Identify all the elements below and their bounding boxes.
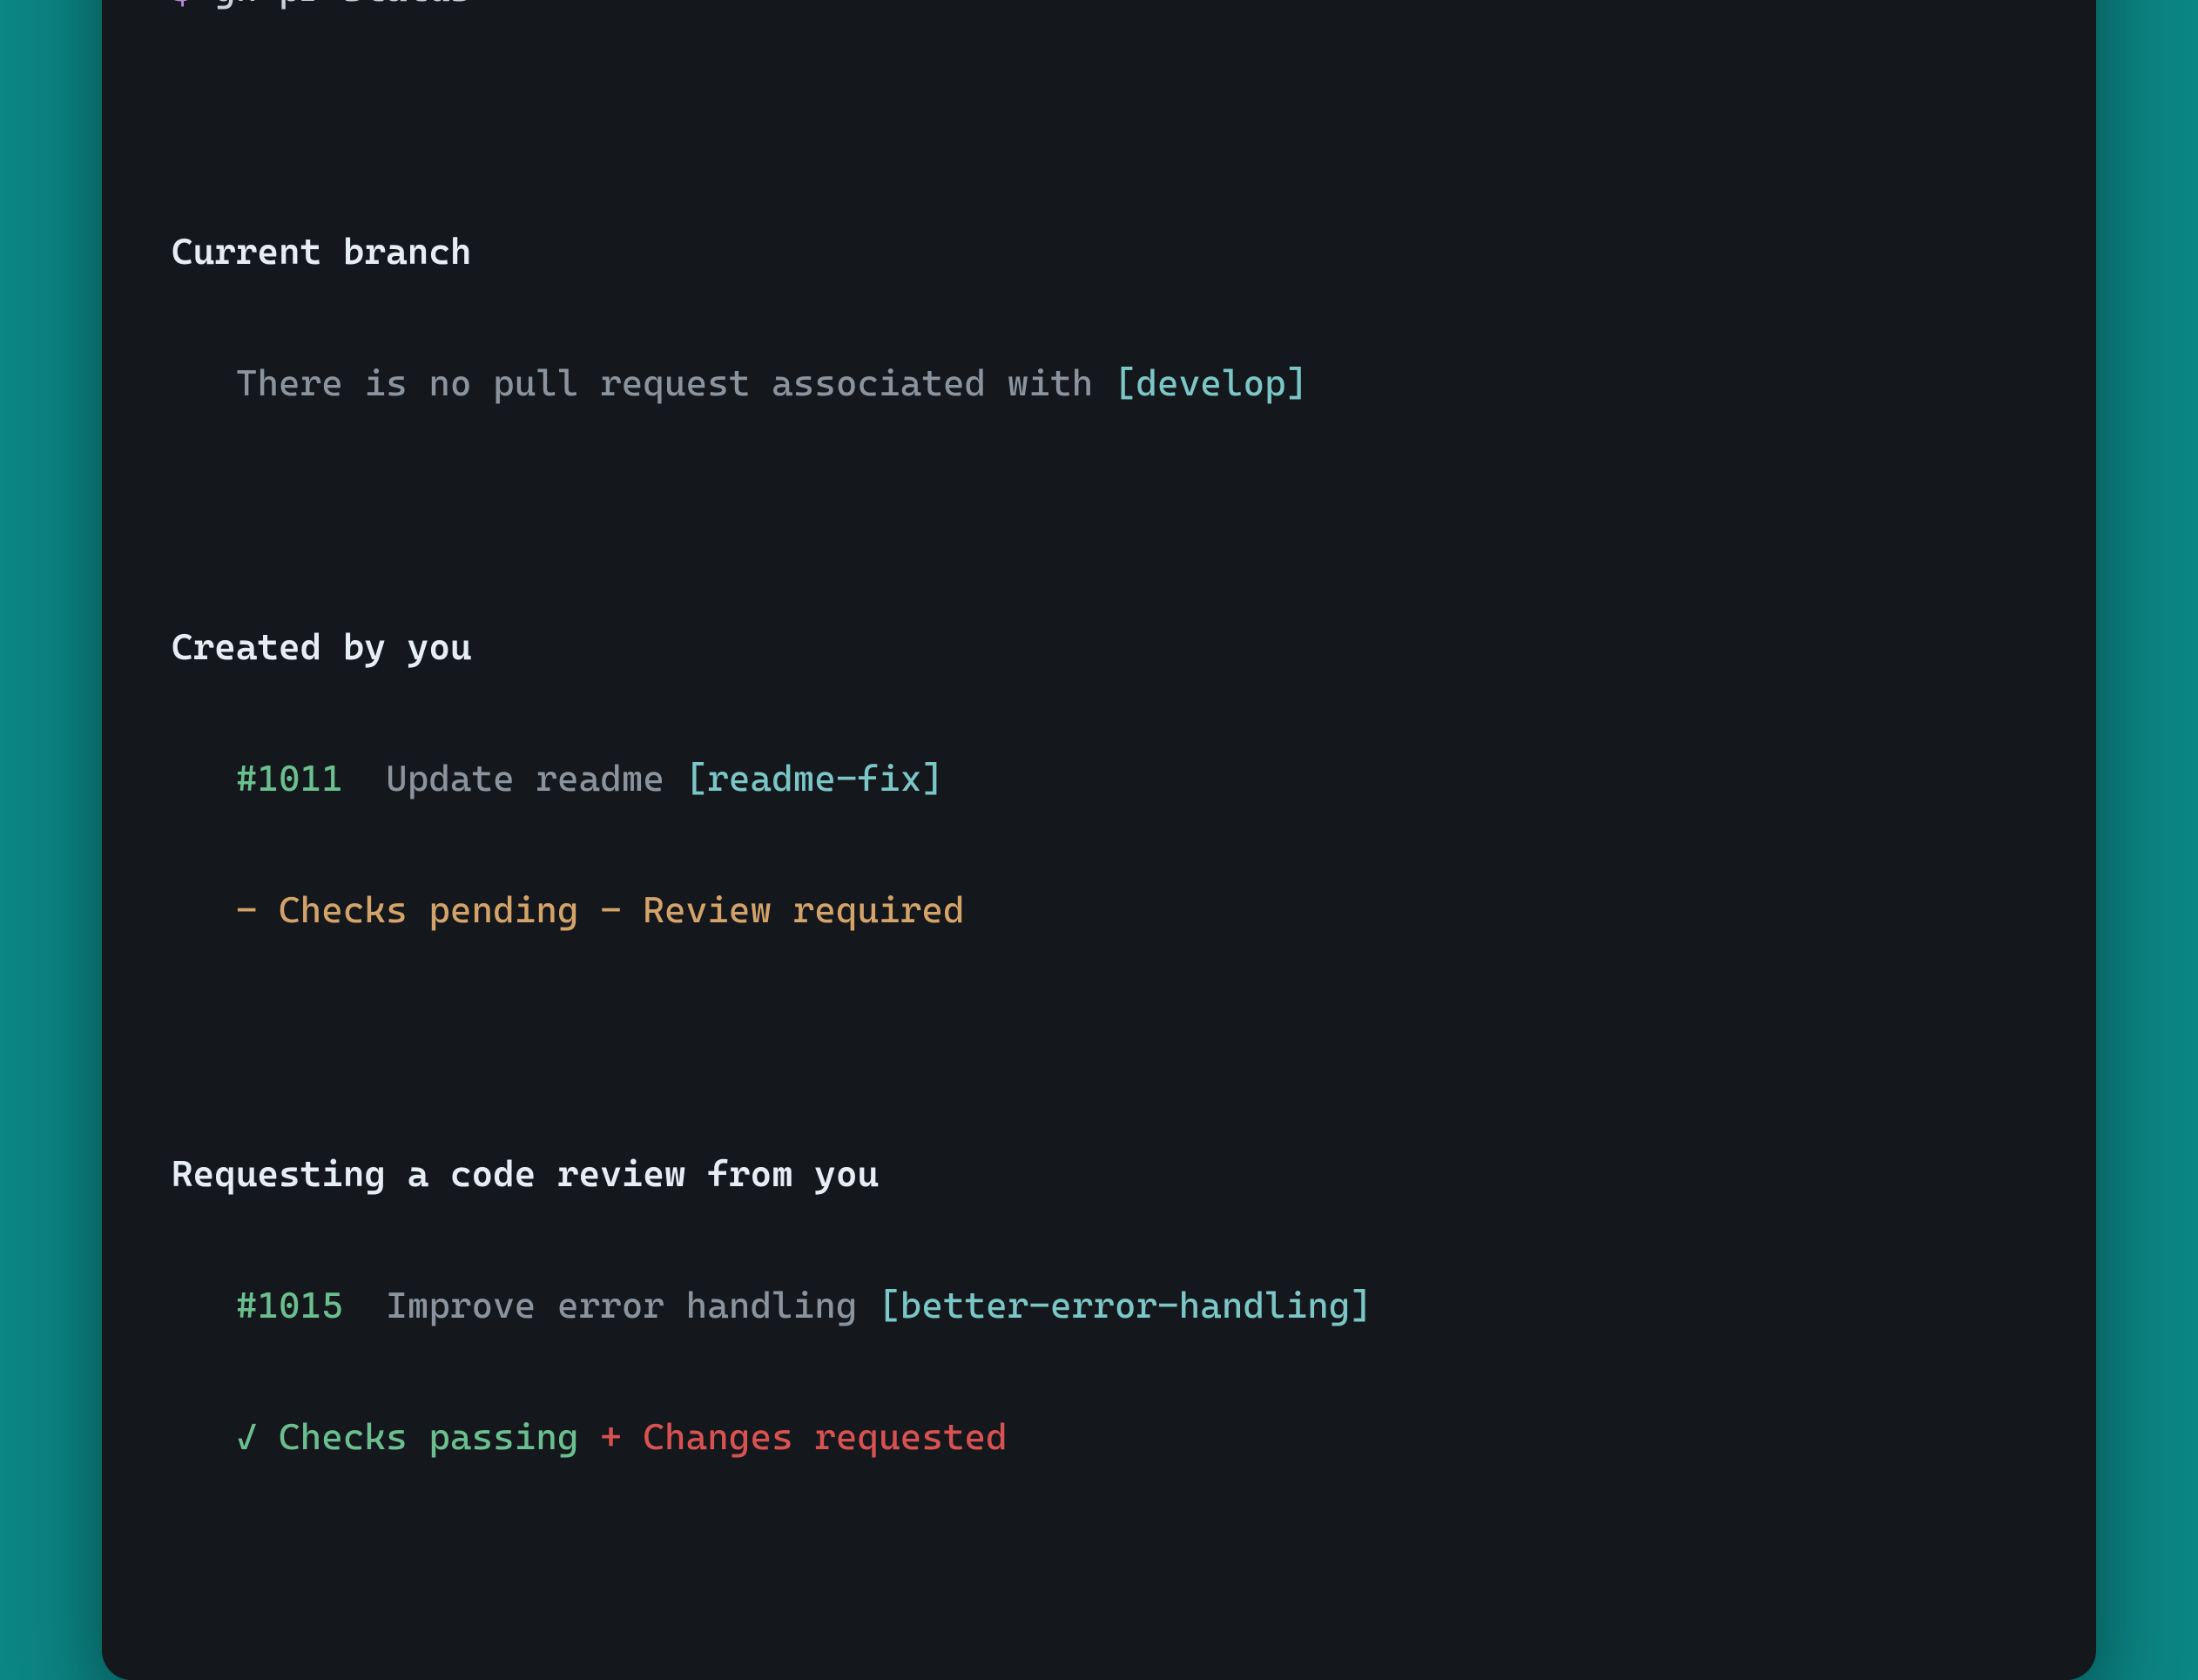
checks-passing-status: ✓ Checks passing	[236, 1415, 579, 1458]
prompt-symbol: $	[172, 0, 193, 10]
pr-number-created: #1011	[236, 757, 343, 800]
pr-branch-review: [better-error-handling]	[879, 1284, 1372, 1326]
changes-requested-status: + Changes requested	[600, 1415, 1008, 1458]
terminal-window: $ gh pr status Current branch There is n…	[102, 0, 2096, 1680]
terminal-output: $ gh pr status Current branch There is n…	[172, 0, 2026, 1602]
section-heading-review-requested: Requesting a code review from you	[172, 1141, 2026, 1207]
section-heading-created-by-you: Created by you	[172, 614, 2026, 680]
section-heading-current-branch: Current branch	[172, 219, 2026, 285]
pr-title-created: Update readme	[386, 757, 664, 800]
command-text: gh pr status	[214, 0, 471, 10]
pr-branch-created: [readme-fix]	[686, 757, 943, 800]
pr-status-created: - Checks pending - Review required	[236, 888, 965, 931]
current-branch-message: There is no pull request associated with	[236, 361, 1115, 404]
pr-number-review: #1015	[236, 1284, 343, 1326]
pr-title-review: Improve error handling	[386, 1284, 857, 1326]
current-branch-name: [develop]	[1115, 361, 1307, 404]
